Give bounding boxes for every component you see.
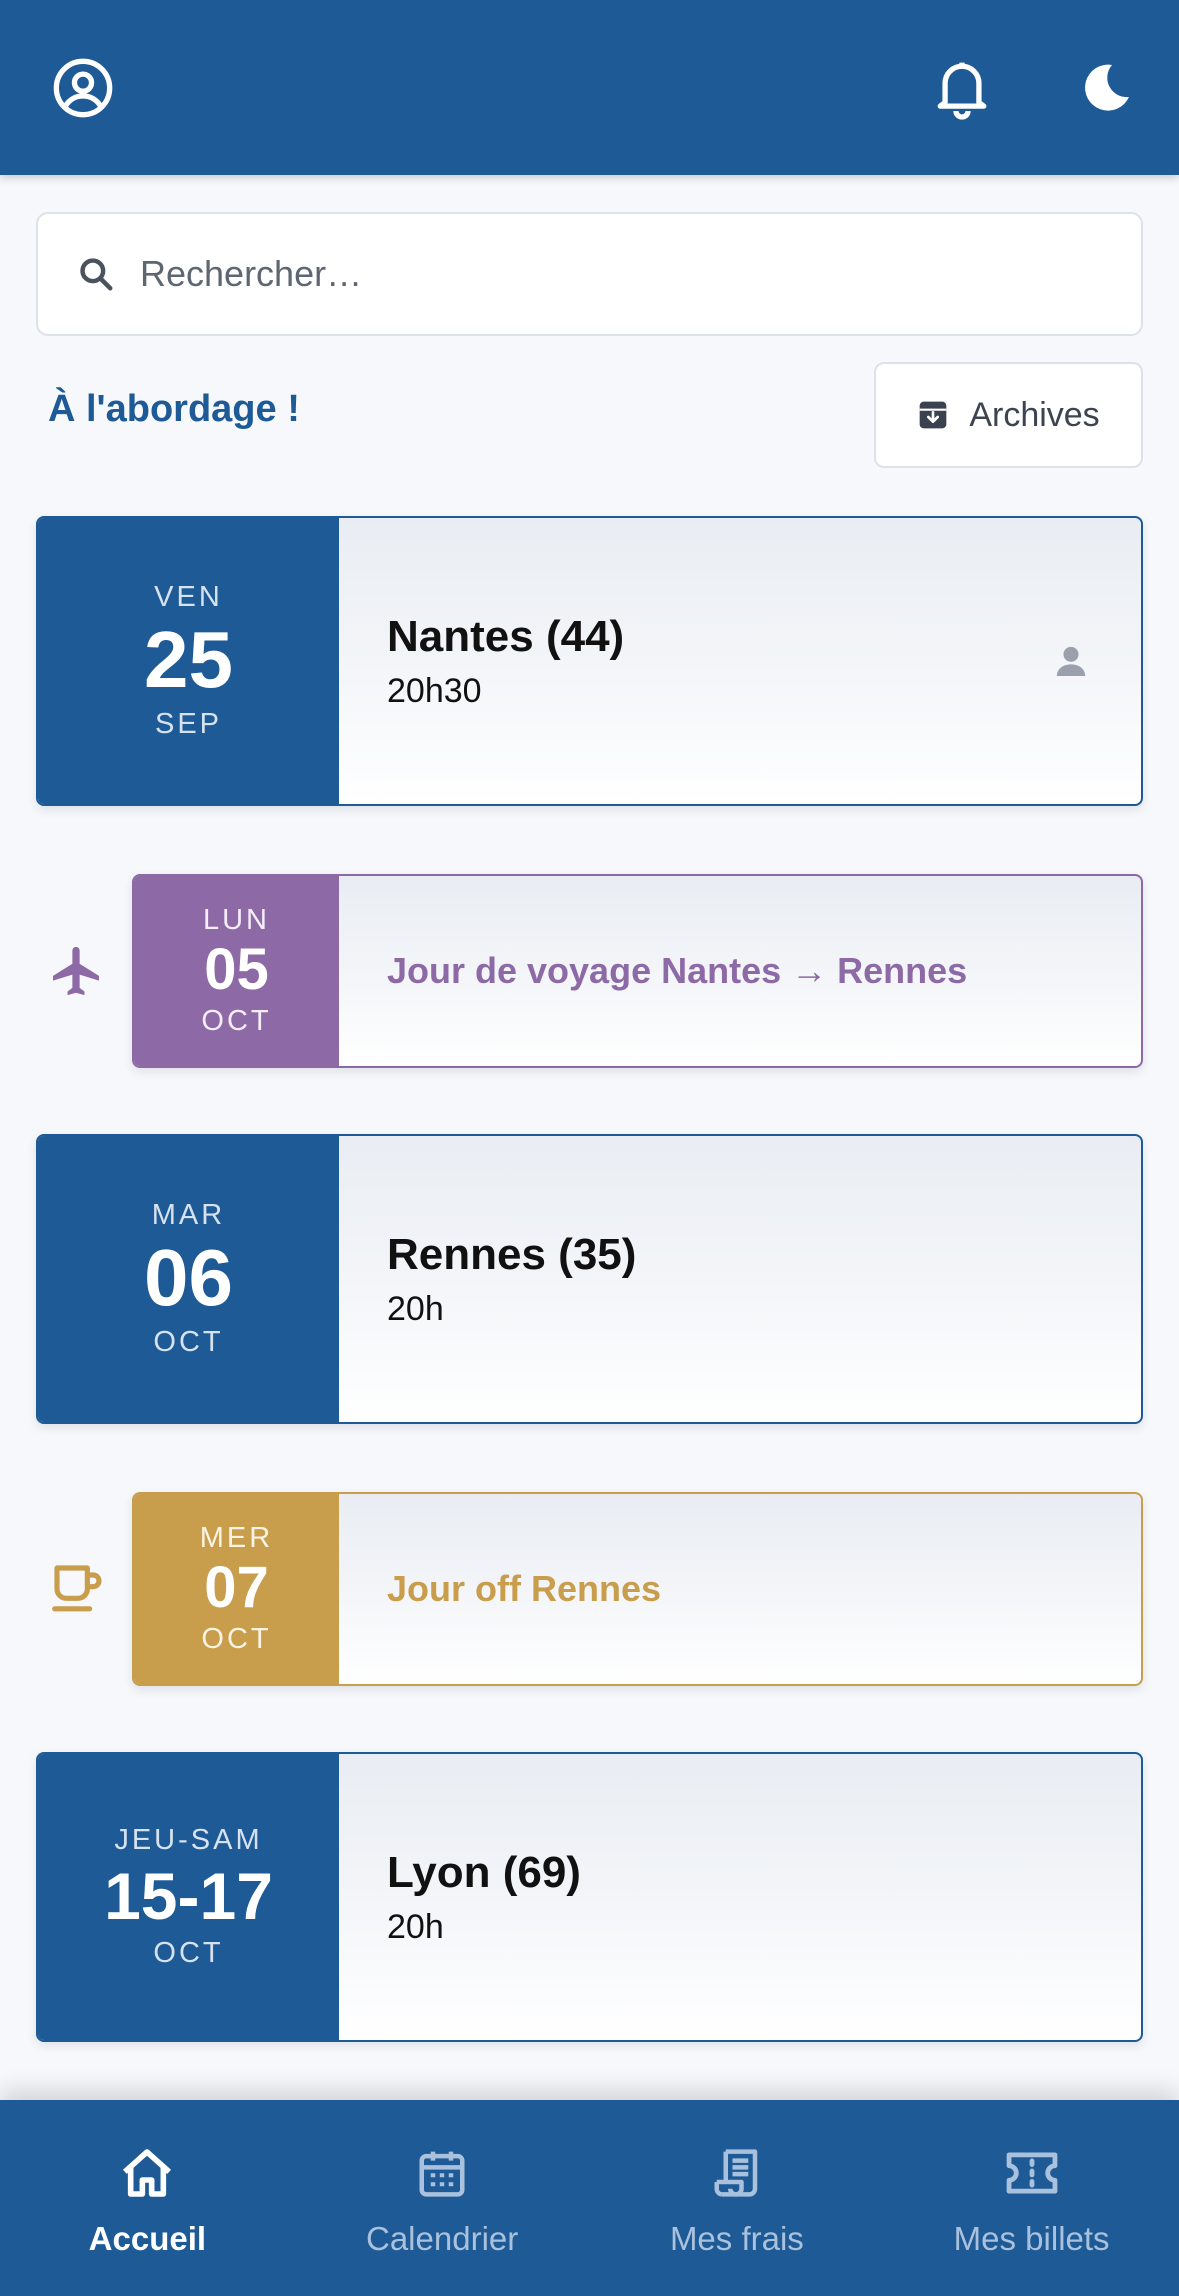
archive-box-icon <box>919 401 947 429</box>
day-number: 05 <box>204 937 269 1002</box>
top-app-bar <box>0 0 1179 175</box>
event-card-concert[interactable]: VEN 25 SEP Nantes (44) 20h30 <box>36 516 1143 806</box>
event-time: 20h <box>387 1907 444 1946</box>
bell-icon <box>937 62 987 120</box>
date-block: LUN 05 OCT <box>134 876 339 1066</box>
event-city: Lyon (69) <box>387 1847 581 1897</box>
person-icon <box>1056 646 1086 676</box>
archives-button[interactable]: Archives <box>874 362 1143 468</box>
moon-icon <box>1085 64 1129 111</box>
nav-label: Mes billets <box>953 2220 1110 2257</box>
event-card-travel[interactable]: LUN 05 OCT Jour de voyage Nantes → Renne… <box>132 874 1143 1068</box>
dark-mode-toggle[interactable] <box>1068 50 1144 126</box>
day-of-week: LUN <box>202 904 270 936</box>
airplane-icon <box>46 941 106 1001</box>
day-of-week: JEU-SAM <box>114 1824 263 1856</box>
day-of-week: MAR <box>151 1199 226 1231</box>
event-title: Jour off Rennes <box>387 1568 662 1609</box>
section-title: À l'abordage ! <box>48 388 300 430</box>
month: OCT <box>201 1005 272 1037</box>
event-details: Jour off Rennes <box>339 1494 1141 1684</box>
event-time: 20h30 <box>387 671 482 710</box>
calendar-icon <box>413 2144 471 2202</box>
month: SEP <box>154 708 223 740</box>
day-number: 07 <box>204 1555 269 1620</box>
event-city: Nantes (44) <box>387 611 625 661</box>
profile-button[interactable] <box>45 50 121 126</box>
event-card-concert[interactable]: JEU-SAM 15-17 OCT Lyon (69) 20h <box>36 1752 1143 2042</box>
nav-item-home[interactable]: Accueil <box>0 2100 295 2296</box>
event-details: Lyon (69) 20h <box>339 1754 1141 2040</box>
search-bar[interactable] <box>36 212 1143 336</box>
bottom-navigation: Accueil Calendrier Mes frais Mes billets <box>0 2100 1179 2296</box>
event-title: Jour de voyage Nantes → Rennes <box>387 950 968 991</box>
day-number: 25 <box>144 615 233 704</box>
date-block: JEU-SAM 15-17 OCT <box>38 1754 339 2040</box>
day-number: 06 <box>144 1233 233 1322</box>
receipt-icon <box>708 2144 766 2202</box>
day-of-week: MER <box>199 1522 274 1554</box>
event-details: Jour de voyage Nantes → Rennes <box>339 876 1141 1066</box>
nav-label: Mes frais <box>669 2220 804 2257</box>
month: OCT <box>201 1623 272 1655</box>
archives-label: Archives <box>969 395 1100 434</box>
nav-label: Calendrier <box>366 2220 519 2257</box>
event-details: Nantes (44) 20h30 <box>339 518 1141 804</box>
date-block: MER 07 OCT <box>134 1494 339 1684</box>
date-block: VEN 25 SEP <box>38 518 339 804</box>
home-icon <box>118 2144 176 2202</box>
day-of-week: VEN <box>154 581 223 613</box>
event-card-concert[interactable]: MAR 06 OCT Rennes (35) 20h <box>36 1134 1143 1424</box>
search-input[interactable] <box>140 253 1040 295</box>
month: OCT <box>153 1326 224 1358</box>
coffee-cup-icon <box>48 1559 108 1619</box>
event-card-day-off[interactable]: MER 07 OCT Jour off Rennes <box>132 1492 1143 1686</box>
date-block: MAR 06 OCT <box>38 1136 339 1422</box>
user-circle-icon <box>53 58 113 118</box>
event-city: Rennes (35) <box>387 1229 637 1279</box>
search-icon <box>74 252 118 296</box>
nav-item-tickets[interactable]: Mes billets <box>884 2100 1179 2296</box>
event-details: Rennes (35) 20h <box>339 1136 1141 1422</box>
month: OCT <box>153 1937 224 1969</box>
event-time: 20h <box>387 1289 444 1328</box>
nav-label: Accueil <box>88 2220 207 2257</box>
nav-item-calendar[interactable]: Calendrier <box>295 2100 590 2296</box>
notifications-button[interactable] <box>924 50 1000 126</box>
day-number: 15-17 <box>104 1859 273 1933</box>
ticket-icon <box>1003 2144 1061 2202</box>
nav-item-expenses[interactable]: Mes frais <box>590 2100 885 2296</box>
